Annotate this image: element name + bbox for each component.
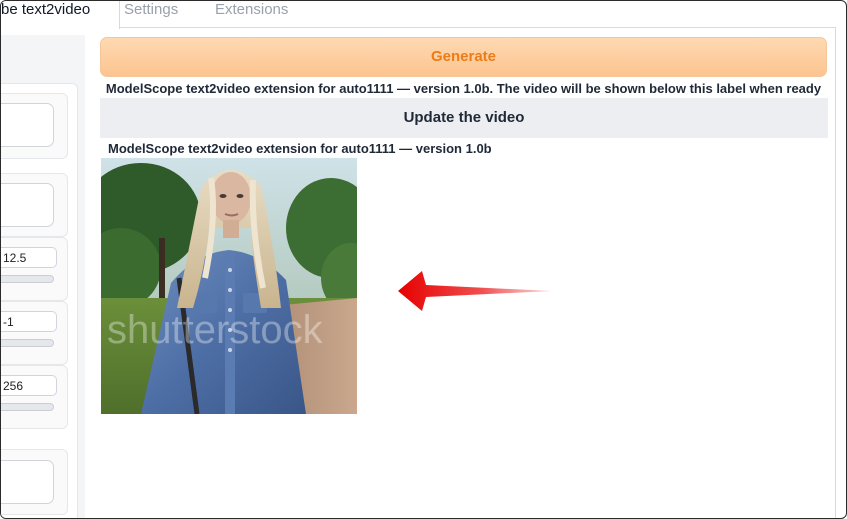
size-input[interactable]: 256: [1, 375, 57, 396]
tab-settings[interactable]: Settings: [124, 1, 178, 27]
tab-extensions[interactable]: Extensions: [215, 1, 288, 27]
cfg-scale-input[interactable]: 12.5: [1, 247, 57, 268]
seed-input[interactable]: -1: [1, 311, 57, 332]
video-label: ModelScope text2video extension for auto…: [108, 141, 492, 156]
prompt-card: [1, 93, 68, 159]
seed-slider[interactable]: [1, 339, 54, 347]
extra-textbox[interactable]: [1, 460, 54, 504]
left-arrow-icon: [396, 269, 556, 313]
content-border: [835, 27, 836, 518]
size-slider[interactable]: [1, 403, 54, 411]
update-video-button[interactable]: Update the video: [100, 98, 828, 138]
negative-prompt-textbox[interactable]: [1, 183, 54, 227]
watermark-text: shutterstock: [107, 308, 324, 352]
video-preview[interactable]: shutterstock: [101, 158, 357, 414]
tab-text2video[interactable]: be text2video: [1, 1, 120, 29]
extra-card: [1, 449, 68, 515]
status-label: ModelScope text2video extension for auto…: [105, 81, 822, 96]
size-card: 256: [1, 365, 68, 429]
negative-prompt-card: [1, 173, 68, 237]
seed-card: -1: [1, 301, 68, 365]
app-window: be text2video Settings Extensions 12.5 -…: [0, 0, 847, 519]
cfg-scale-slider[interactable]: [1, 275, 54, 283]
cfg-scale-card: 12.5: [1, 237, 68, 301]
tab-bar: be text2video Settings Extensions: [1, 1, 846, 29]
tab-divider: [105, 27, 836, 28]
left-settings-panel: 12.5 -1 256: [1, 35, 85, 518]
prompt-textbox[interactable]: [1, 103, 54, 147]
generate-button[interactable]: Generate: [100, 37, 827, 77]
